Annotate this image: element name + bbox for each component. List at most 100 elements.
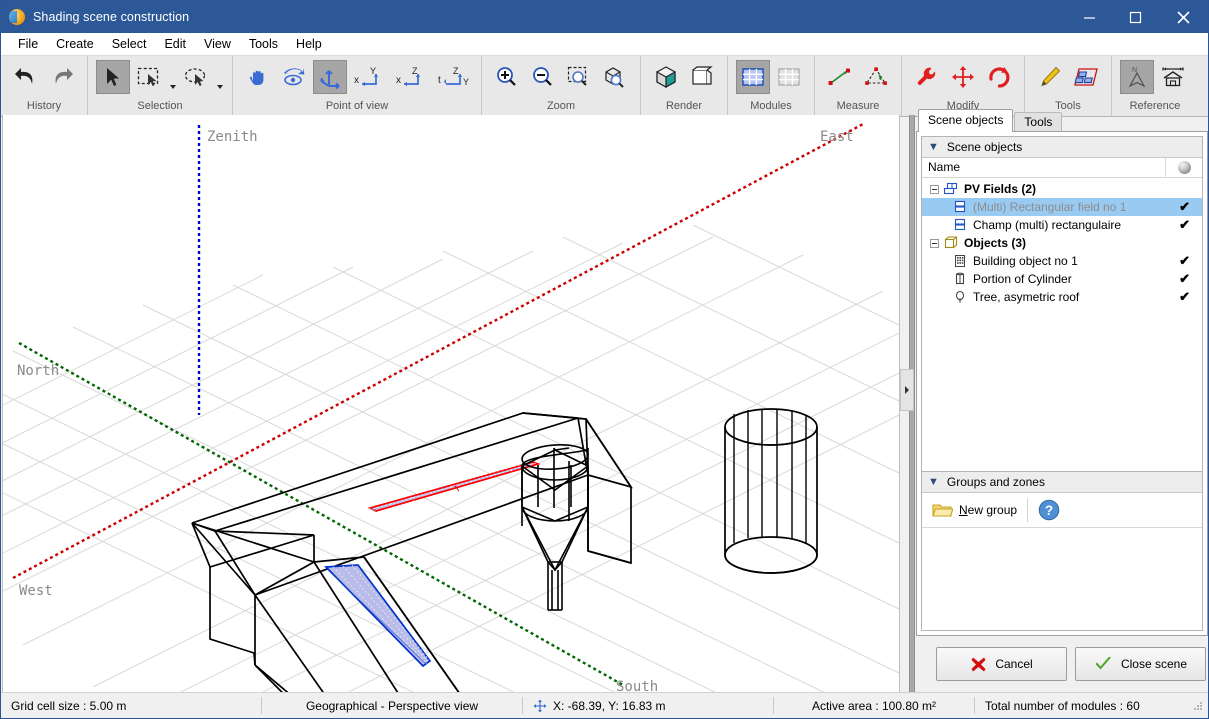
menu-view[interactable]: View [195,35,240,53]
menu-create[interactable]: Create [47,35,103,53]
zoom-window-icon[interactable] [562,60,596,94]
menu-edit[interactable]: Edit [155,35,195,53]
scene-canvas[interactable]: Zenith East North West South [3,115,899,693]
expander-icon[interactable] [930,238,939,248]
move-icon[interactable] [946,60,980,94]
3d-viewport[interactable]: Zenith East North West South [2,115,900,693]
status-view-mode: Geographical - Perspective view [305,698,479,713]
zoom-out-icon[interactable] [526,60,560,94]
tree-row-tree-asymetric-roof[interactable]: Tree, asymetric roof ✔ [922,288,1202,306]
ribbon-group-history-label: History [26,100,62,112]
ribbon-help-group: ? [1198,56,1209,116]
sphere-shading-icon[interactable] [1166,161,1202,174]
building-dimension-icon[interactable] [1156,60,1190,94]
menu-bar: File Create Select Edit View Tools Help [1,33,1208,55]
status-coordinates: X: -68.39, Y: 16.83 m [553,698,666,713]
svg-text:Y: Y [370,66,376,76]
view-xz-icon[interactable]: x Z [391,60,431,94]
tree-row-pv-fields[interactable]: PV Fields (2) [922,180,1202,198]
shading-scene-window: Shading scene construction File Create S… [0,0,1209,719]
field-tool-icon[interactable] [1069,60,1103,94]
render-wireframe-icon[interactable] [685,60,719,94]
visibility-check-icon[interactable]: ✔ [1179,289,1190,305]
view-xy-icon[interactable]: x Y [349,60,389,94]
axis-label-east: East [820,129,854,145]
menu-help[interactable]: Help [287,35,331,53]
modules-hide-icon[interactable] [772,60,806,94]
measure-distance-icon[interactable] [823,60,857,94]
panel-tab-body: ▼ Scene objects Name PV Fields (2) (Mult… [916,131,1208,636]
render-shaded-icon[interactable] [649,60,683,94]
cancel-button[interactable]: Cancel [936,647,1067,681]
tree-row-champ-multi-rectangulaire[interactable]: Champ (multi) rectangulaire ✔ [922,216,1202,234]
tree-row-portion-of-cylinder[interactable]: Portion of Cylinder ✔ [922,270,1202,288]
measure-angle-icon[interactable] [859,60,893,94]
panel-collapse-handle[interactable] [900,369,914,411]
menu-select[interactable]: Select [103,35,156,53]
rotate-icon[interactable] [982,60,1016,94]
visibility-check-icon[interactable]: ✔ [1179,271,1190,287]
undo-icon[interactable] [9,60,43,94]
ribbon-group-point-of-view-label: Point of view [325,100,389,112]
lasso-select-dropdown-icon[interactable] [215,55,224,100]
groups-help-button[interactable]: ? [1028,493,1070,527]
app-sun-icon [9,9,25,25]
close-button[interactable] [1158,1,1208,33]
status-bar: Grid cell size : 5.00 m Geographical - P… [1,692,1208,718]
ribbon-group-render-label: Render [665,100,703,112]
lasso-select-icon[interactable] [179,60,213,94]
svg-text:Z: Z [412,66,418,76]
tab-scene-objects[interactable]: Scene objects [918,109,1014,132]
redo-icon[interactable] [45,60,79,94]
minimize-button[interactable] [1066,1,1112,33]
portion-of-cylinder-object[interactable] [724,408,818,574]
tab-tools[interactable]: Tools [1014,112,1063,132]
groups-and-zones-title: Groups and zones [946,475,1045,489]
new-group-button[interactable]: New group [922,493,1027,527]
close-scene-button[interactable]: Close scene [1075,647,1206,681]
arrow-select-icon[interactable] [96,60,130,94]
svg-text:x: x [354,75,359,86]
scene-objects-section-title: Scene objects [946,140,1023,154]
zoom-extents-icon[interactable] [598,60,632,94]
rectangle-select-icon[interactable] [132,60,166,94]
new-group-label: New group [959,503,1018,517]
building-icon [955,255,965,267]
tree-row-objects[interactable]: Objects (3) [922,234,1202,252]
modules-show-icon[interactable] [736,60,770,94]
menu-file[interactable]: File [9,35,47,53]
resize-grip-icon[interactable] [1192,700,1204,712]
expander-icon[interactable] [930,184,939,194]
orbit-eye-icon[interactable] [277,60,311,94]
wrench-icon[interactable] [910,60,944,94]
ribbon-group-zoom-label: Zoom [546,100,576,112]
tree-row-building-object-no-1[interactable]: Building object no 1 ✔ [922,252,1202,270]
scene-objects-tree[interactable]: PV Fields (2) (Multi) Rectangular field … [922,178,1202,306]
zoom-in-icon[interactable] [490,60,524,94]
visibility-check-icon[interactable]: ✔ [1179,253,1190,269]
pan-hand-icon[interactable] [241,60,275,94]
cylinder-icon [955,272,965,285]
axis-3d-icon[interactable] [313,60,347,94]
pencil-icon[interactable] [1033,60,1067,94]
main-area: Zenith East North West South Scene objec… [1,109,1208,693]
menu-tools[interactable]: Tools [240,35,287,53]
view-zy-icon[interactable]: t Z Y [433,60,473,94]
north-compass-icon[interactable]: N [1120,60,1154,94]
column-header-name: Name [922,158,1166,177]
visibility-check-icon[interactable]: ✔ [1179,199,1190,215]
folder-icon [932,503,953,517]
chevron-down-icon: ▼ [928,475,939,488]
groups-and-zones-header[interactable]: ▼ Groups and zones [922,472,1202,493]
scene-objects-section-header[interactable]: ▼ Scene objects [922,137,1202,158]
maximize-button[interactable] [1112,1,1158,33]
move-cursor-icon [533,699,547,712]
tree-row-rectangular-field-no-1[interactable]: (Multi) Rectangular field no 1 ✔ [922,198,1202,216]
rectangle-select-dropdown-icon[interactable] [168,55,177,100]
status-active-area: Active area : 100.80 m² [811,698,937,713]
chevron-down-icon: ▼ [928,140,939,153]
ground-grid [3,224,899,692]
visibility-check-icon[interactable]: ✔ [1179,217,1190,233]
groups-and-zones-section: ▼ Groups and zones New group ? [921,471,1203,631]
pv-field-icon [954,218,966,231]
